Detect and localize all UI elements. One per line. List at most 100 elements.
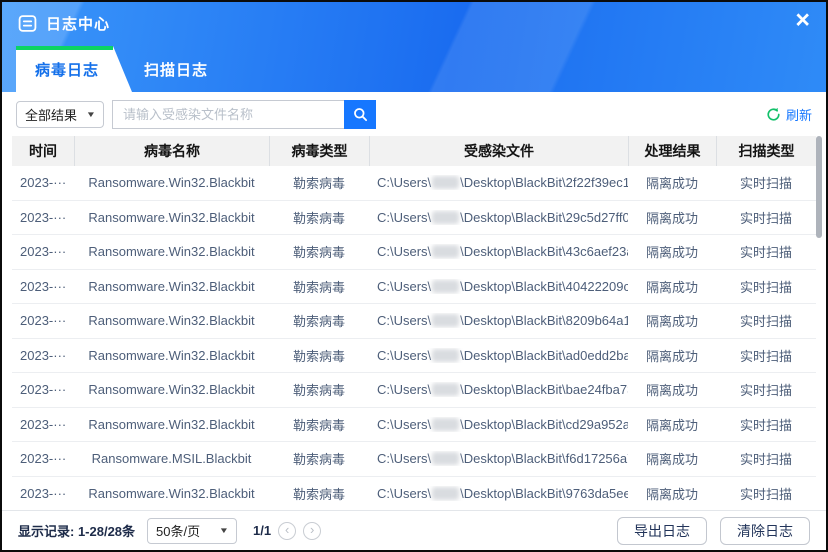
cell-time: 2023-··· [12, 244, 74, 259]
search-button[interactable] [344, 100, 376, 129]
cell-scan-type: 实时扫描 [716, 173, 816, 192]
file-path-prefix: C:\Users\ [377, 210, 431, 225]
page-size-select[interactable]: 50条/页 ▼ [147, 518, 237, 544]
cell-time: 2023-··· [12, 417, 74, 432]
cell-virus-type: 勒索病毒 [269, 208, 369, 227]
table-row: 2023-··· Ransomware.Win32.Blackbit 勒索病毒 … [12, 235, 816, 270]
cell-infected-file: C:\Users\ \Desktop\BlackBit\43c6aef23a9·… [369, 244, 628, 259]
titlebar: 日志中心 [2, 2, 826, 44]
cell-infected-file: C:\Users\ \Desktop\BlackBit\2f22f39ec1b·… [369, 175, 628, 190]
chevron-left-icon: ‹ [285, 523, 289, 536]
toolbar: 全部结果 ▼ 刷新 [2, 92, 826, 136]
cell-scan-type: 实时扫描 [716, 380, 816, 399]
table-header: 时间 病毒名称 病毒类型 受感染文件 处理结果 扫描类型 [12, 136, 816, 166]
cell-infected-file: C:\Users\ \Desktop\BlackBit\9763da5ee6··… [369, 486, 628, 501]
table-row: 2023-··· Ransomware.Win32.Blackbit 勒索病毒 … [12, 408, 816, 443]
cell-virus-type: 勒索病毒 [269, 449, 369, 468]
refresh-label: 刷新 [786, 105, 812, 124]
cell-time: 2023-··· [12, 451, 74, 466]
clear-logs-button[interactable]: 清除日志 [720, 517, 810, 545]
file-path-suffix: \Desktop\BlackBit\8209b64a1d··· [460, 313, 628, 328]
cell-time: 2023-··· [12, 313, 74, 328]
cell-infected-file: C:\Users\ \Desktop\BlackBit\ad0edd2bac··… [369, 348, 628, 363]
cell-scan-type: 实时扫描 [716, 242, 816, 261]
cell-virus-type: 勒索病毒 [269, 242, 369, 261]
redacted-username-blur [432, 349, 459, 362]
cell-result: 隔离成功 [628, 380, 716, 399]
cell-scan-type: 实时扫描 [716, 346, 816, 365]
cell-virus-type: 勒索病毒 [269, 277, 369, 296]
column-header-time: 时间 [12, 136, 74, 166]
refresh-icon [766, 107, 781, 122]
column-header-virus-name: 病毒名称 [74, 136, 269, 166]
chevron-right-icon: › [310, 523, 314, 536]
cell-virus-name: Ransomware.MSIL.Blackbit [74, 451, 269, 466]
cell-virus-type: 勒索病毒 [269, 415, 369, 434]
tab-virus-log[interactable]: 病毒日志 [16, 46, 132, 92]
column-header-infected-file: 受感染文件 [369, 136, 628, 166]
cell-infected-file: C:\Users\ \Desktop\BlackBit\29c5d27ff04·… [369, 210, 628, 225]
cell-time: 2023-··· [12, 348, 74, 363]
redacted-username-blur [432, 383, 459, 396]
close-icon[interactable]: × [795, 8, 810, 33]
column-header-virus-type: 病毒类型 [269, 136, 369, 166]
file-path-prefix: C:\Users\ [377, 486, 431, 501]
export-logs-button[interactable]: 导出日志 [617, 517, 707, 545]
file-path-suffix: \Desktop\BlackBit\2f22f39ec1b··· [460, 175, 628, 190]
next-page-button[interactable]: › [303, 522, 321, 540]
file-path-prefix: C:\Users\ [377, 451, 431, 466]
result-filter-select[interactable]: 全部结果 ▼ [16, 101, 104, 128]
tab-scan-log[interactable]: 扫描日志 [132, 46, 234, 92]
table-row: 2023-··· Ransomware.Win32.Blackbit 勒索病毒 … [12, 339, 816, 374]
table-row: 2023-··· Ransomware.Win32.Blackbit 勒索病毒 … [12, 166, 816, 201]
cell-virus-type: 勒索病毒 [269, 484, 369, 503]
page-size-value: 50条/页 [156, 521, 200, 540]
cell-scan-type: 实时扫描 [716, 415, 816, 434]
search-input[interactable] [112, 100, 344, 129]
vertical-scrollbar-thumb[interactable] [816, 136, 822, 238]
file-path-suffix: \Desktop\BlackBit\f6d17256a7··· [460, 451, 628, 466]
cell-virus-type: 勒索病毒 [269, 311, 369, 330]
redacted-username-blur [432, 280, 459, 293]
footer-bar: 显示记录: 1-28/28条 50条/页 ▼ 1/1 ‹ › 导出日志 清除日志 [2, 510, 826, 550]
cell-time: 2023-··· [12, 210, 74, 225]
table-row: 2023-··· Ransomware.Win32.Blackbit 勒索病毒 … [12, 304, 816, 339]
cell-virus-name: Ransomware.Win32.Blackbit [74, 348, 269, 363]
cell-result: 隔离成功 [628, 449, 716, 468]
file-path-suffix: \Desktop\BlackBit\bae24fba73··· [460, 382, 628, 397]
prev-page-button[interactable]: ‹ [278, 522, 296, 540]
redacted-username-blur [432, 245, 459, 258]
cell-scan-type: 实时扫描 [716, 449, 816, 468]
tab-virus-log-label: 病毒日志 [35, 59, 99, 80]
cell-scan-type: 实时扫描 [716, 484, 816, 503]
cell-virus-type: 勒索病毒 [269, 346, 369, 365]
virus-log-table: 时间 病毒名称 病毒类型 受感染文件 处理结果 扫描类型 2023-··· Ra… [12, 136, 816, 511]
column-header-scan-type: 扫描类型 [716, 136, 816, 166]
file-path-suffix: \Desktop\BlackBit\43c6aef23a9··· [460, 244, 628, 259]
records-count-label: 显示记录: 1-28/28条 [18, 521, 135, 540]
log-document-icon [18, 14, 37, 33]
cell-infected-file: C:\Users\ \Desktop\BlackBit\cd29a952a5··… [369, 417, 628, 432]
cell-result: 隔离成功 [628, 346, 716, 365]
cell-infected-file: C:\Users\ \Desktop\BlackBit\8209b64a1d··… [369, 313, 628, 328]
cell-virus-name: Ransomware.Win32.Blackbit [74, 210, 269, 225]
log-center-window: 日志中心 × 病毒日志 扫描日志 全部结果 ▼ [0, 0, 828, 552]
column-header-result: 处理结果 [628, 136, 716, 166]
cell-result: 隔离成功 [628, 484, 716, 503]
table-row: 2023-··· Ransomware.Win32.Blackbit 勒索病毒 … [12, 373, 816, 408]
cell-time: 2023-··· [12, 279, 74, 294]
table-row: 2023-··· Ransomware.MSIL.Blackbit 勒索病毒 C… [12, 442, 816, 477]
cell-result: 隔离成功 [628, 277, 716, 296]
cell-infected-file: C:\Users\ \Desktop\BlackBit\40422209c0··… [369, 279, 628, 294]
cell-virus-type: 勒索病毒 [269, 173, 369, 192]
cell-virus-name: Ransomware.Win32.Blackbit [74, 244, 269, 259]
refresh-button[interactable]: 刷新 [766, 105, 812, 124]
cell-result: 隔离成功 [628, 415, 716, 434]
redacted-username-blur [432, 452, 459, 465]
table-body: 2023-··· Ransomware.Win32.Blackbit 勒索病毒 … [12, 166, 816, 511]
cell-time: 2023-··· [12, 175, 74, 190]
cell-scan-type: 实时扫描 [716, 311, 816, 330]
cell-virus-name: Ransomware.Win32.Blackbit [74, 486, 269, 501]
cell-time: 2023-··· [12, 486, 74, 501]
redacted-username-blur [432, 418, 459, 431]
